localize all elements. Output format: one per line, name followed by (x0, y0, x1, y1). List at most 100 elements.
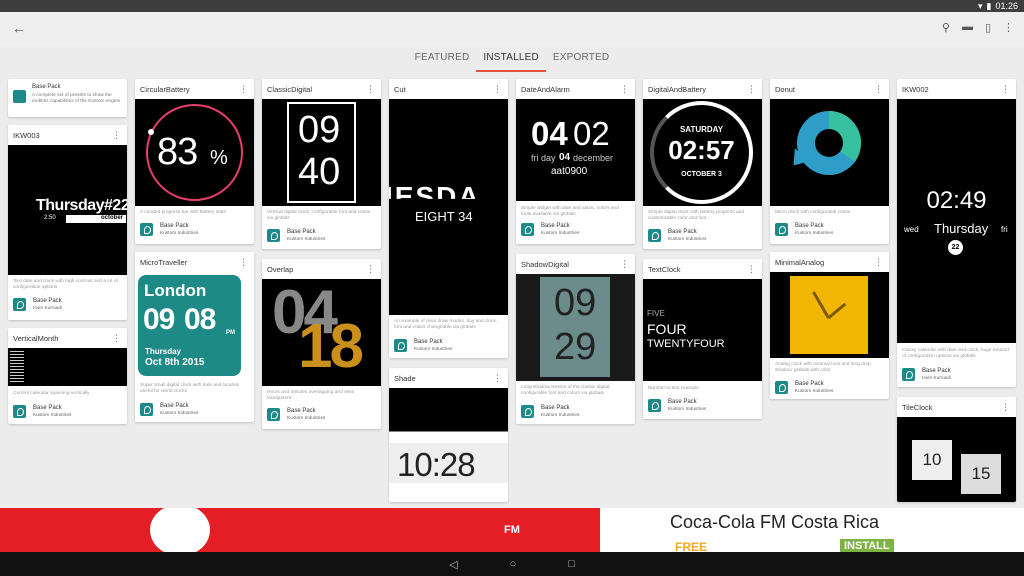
pack-icon (13, 405, 26, 418)
card-title: MicroTraveller (140, 258, 188, 267)
pack-info: Base Pack Kustom Industries (775, 222, 884, 238)
preset-card-microtraveller[interactable]: MicroTraveller ⋮ London 09 08 PM Thursda… (135, 252, 254, 422)
preset-card-shadowdigital[interactable]: ShadowDigital ⋮ 09 29 Long shadow versio… (516, 254, 635, 424)
pack-icon (267, 408, 280, 421)
card-title: Cut (394, 85, 406, 94)
battery-icon: ▮ (986, 0, 992, 11)
preset-card-digitalandbattery[interactable]: DigitalAndBattery ⋮ SATURDAY 02:57 OCTOB… (643, 79, 762, 249)
preset-card-donut[interactable]: Donut ⋮ Micro clock with configurable co… (770, 79, 889, 244)
nav-recents-icon[interactable]: □ (568, 558, 575, 570)
card-title: MinimalAnalog (775, 258, 825, 267)
preset-preview: FIVE FOUR TWENTYFOUR (643, 279, 762, 381)
card-title: DateAndAlarm (521, 85, 570, 94)
nav-home-icon[interactable]: ○ (510, 558, 517, 570)
preset-preview: 10:28 (389, 388, 508, 502)
pack-icon (648, 229, 661, 242)
preset-card-ikw003[interactable]: IKW003 ⋮ Thursday#22 2:50 october Text d… (8, 125, 127, 320)
more-vert-icon[interactable]: ⋮ (747, 264, 756, 275)
preset-preview: 09 40 (262, 99, 381, 206)
preset-preview: SATURDAY 02:57 OCTOBER 3 (643, 99, 762, 206)
file-icon[interactable]: ▯ (985, 21, 991, 34)
pack-icon (140, 223, 153, 236)
preset-card-circularbattery[interactable]: CircularBattery ⋮ 83 % A curated progres… (135, 79, 254, 244)
preset-preview: IESDA EIGHT 34 (389, 99, 508, 315)
card-title: Shade (394, 374, 416, 383)
preset-card-classicdigital[interactable]: ClassicDigital ⋮ 09 40 Vertical digital … (262, 79, 381, 249)
tab-exported[interactable]: EXPORTED (546, 46, 616, 72)
pack-icon (648, 399, 661, 412)
more-vert-icon[interactable]: ⋮ (493, 84, 502, 95)
more-vert-icon[interactable]: ⋮ (620, 84, 629, 95)
more-vert-icon[interactable]: ⋮ (620, 259, 629, 270)
preset-card-minimalanalog[interactable]: MinimalAnalog ⋮ Analog clock with minima… (770, 252, 889, 399)
pack-info: Base Pack Irwin Kurniadi (902, 367, 1011, 383)
card-desc: Micro clock with configurable colors (775, 210, 851, 215)
more-vert-icon[interactable]: ⋮ (874, 257, 883, 268)
card-title: Overlap (267, 265, 294, 274)
card-desc: Analog clock with minimal look and long … (775, 362, 871, 373)
ad-banner[interactable]: FM Coca-Cola FM Costa Rica FREE INSTALL (0, 508, 1024, 552)
card-title: DigitalAndBattery (648, 85, 706, 94)
folder-icon[interactable]: ▬ (962, 21, 973, 34)
preset-preview: 04 18 (262, 279, 381, 386)
preset-card-textclock[interactable]: TextClock ⋮ FIVE FOUR TWENTYFOUR Number … (643, 259, 762, 419)
more-vert-icon[interactable]: ⋮ (366, 264, 375, 275)
pack-icon (775, 381, 788, 394)
pack-info: Base Pack Irwin Kurniadi (13, 297, 122, 313)
more-vert-icon[interactable]: ⋮ (747, 84, 756, 95)
preset-card-ikw002[interactable]: IKW002 ⋮ 02:49 wed Thursday fri 22 Class… (897, 79, 1016, 387)
preset-card-tileclock[interactable]: TileClock ⋮ 10 15 (897, 397, 1016, 502)
card-desc: Hours and minutes overlapping and semi t… (267, 390, 355, 401)
status-bar: ▾ ▮ 01:26 (0, 0, 1024, 12)
card-title: TileClock (902, 403, 933, 412)
ad-title[interactable]: Coca-Cola FM Costa Rica (670, 512, 879, 533)
more-vert-icon[interactable]: ⋮ (239, 84, 248, 95)
nav-back-icon[interactable]: ◁ (449, 558, 457, 571)
back-arrow-icon[interactable]: ← (10, 20, 28, 36)
more-vert-icon[interactable]: ⋮ (874, 84, 883, 95)
preset-card-dateandalarm[interactable]: DateAndAlarm ⋮ 04 02 fri day 04 december… (516, 79, 635, 244)
pack-icon (394, 339, 407, 352)
tab-bar: FEATURED INSTALLED EXPORTED (0, 46, 1024, 72)
more-vert-icon[interactable]: ⋮ (366, 84, 375, 95)
card-desc: Super small digital clock with date and … (140, 383, 241, 394)
pack-info: Base Pack Kustom Industries (394, 338, 503, 354)
preset-card-overlap[interactable]: Overlap ⋮ 04 18 Hours and minutes overla… (262, 259, 381, 429)
more-vert-icon[interactable]: ⋮ (112, 130, 121, 141)
card-title: TextClock (648, 265, 681, 274)
more-vert-icon[interactable]: ⋮ (1001, 84, 1010, 95)
card-desc: Text date and clock with high contrast a… (13, 279, 118, 290)
pack-info: Base Pack Kustom Industries (267, 228, 376, 244)
card-desc: Long shadow version of the classic digit… (521, 385, 611, 396)
card-title: Donut (775, 85, 796, 94)
preset-card-shade[interactable]: Shade ⋮ 10:28 (389, 368, 508, 502)
preset-preview (770, 272, 889, 358)
card-title: Base Pack (32, 84, 61, 90)
ad-install-button[interactable]: INSTALL (840, 539, 894, 552)
preset-preview (8, 348, 127, 386)
preset-card-cut[interactable]: Cut ⋮ IESDA EIGHT 34 An example of clear… (389, 79, 508, 358)
preset-preview: London 09 08 PM Thursday Oct 8th 2015 (135, 272, 254, 379)
ad-app-icon[interactable]: FM (490, 510, 534, 550)
more-vert-icon[interactable]: ⋮ (493, 373, 502, 384)
tab-featured[interactable]: FEATURED (408, 46, 477, 72)
card-title: ShadowDigital (521, 260, 569, 269)
card-desc: Current calendar spanning vertically (13, 391, 90, 396)
tab-installed[interactable]: INSTALLED (476, 46, 546, 72)
pack-icon (140, 403, 153, 416)
pack-icon (521, 223, 534, 236)
more-vert-icon[interactable]: ⋮ (1001, 402, 1010, 413)
pack-info: Base Pack Kustom Industries (140, 402, 249, 418)
pack-info: Base Pack Kustom Industries (13, 404, 122, 420)
base-pack-card[interactable]: Base Pack A complete set of presets to s… (8, 79, 127, 117)
card-title: IKW002 (902, 85, 929, 94)
preset-card-verticalmonth[interactable]: VerticalMonth ⋮ Current calendar spannin… (8, 328, 127, 424)
preset-preview: 10 15 (897, 417, 1016, 502)
more-vert-icon[interactable]: ⋮ (112, 333, 121, 344)
search-icon[interactable]: ⚲ (942, 21, 950, 34)
card-desc: Simple widget with date and alarm, color… (521, 206, 619, 217)
card-desc: Number to text example (648, 386, 699, 391)
more-vert-icon[interactable]: ⋮ (239, 257, 248, 268)
more-vert-icon[interactable]: ⋮ (1003, 21, 1014, 34)
preset-preview: 04 02 fri day 04 december aat0900 (516, 99, 635, 201)
